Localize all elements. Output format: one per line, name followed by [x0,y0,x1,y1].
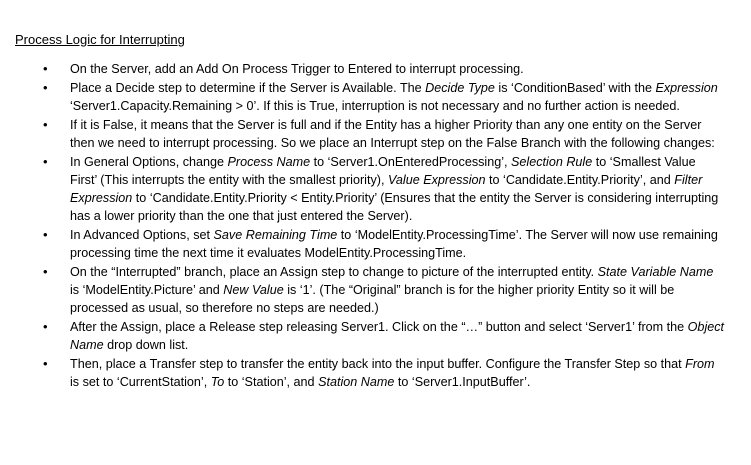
bullet-dot-icon: • [43,264,48,279]
bullet-text: If it is False, it means that the Server… [70,118,715,150]
bullet-item: • Place a Decide step to determine if the… [0,79,725,115]
bullet-dot-icon: • [43,154,48,169]
emphasized-term: Value Expression [387,173,486,187]
bullet-dot-icon: • [43,319,48,334]
section-heading: Process Logic for Interrupting [15,32,185,47]
bullet-dot-icon: • [43,117,48,132]
document-page: Process Logic for Interrupting • On the S… [0,0,751,465]
bullet-text: On the “Interrupted” branch, place an As… [70,265,598,279]
emphasized-term: Process Name [227,155,311,169]
emphasized-term: New Value [223,283,284,297]
bullet-text: is ‘ConditionBased’ with the [494,81,656,95]
emphasized-term: Selection Rule [511,155,593,169]
bullet-item: • Then, place a Transfer step to transfer… [0,355,725,391]
bullet-text: After the Assign, place a Release step r… [70,320,688,334]
bullet-text: On the Server, add an Add On Process Tri… [70,62,524,76]
bullet-text: to ‘Candidate.Entity.Priority < Entity.P… [70,191,719,223]
bullet-text: to ‘Candidate.Entity.Priority’, and [485,173,675,187]
bullet-text: is ‘ModelEntity.Picture’ and [70,283,224,297]
bullet-text: drop down list. [103,338,189,352]
bullet-text: ‘Server1.Capacity.Remaining > 0’. If thi… [70,99,680,113]
bullet-item: • If it is False, it means that the Serve… [0,116,725,152]
bullet-item: • In Advanced Options, set Save Remaining… [0,226,725,262]
bullet-text: Place a Decide step to determine if the … [70,81,426,95]
bullet-item: • On the Server, add an Add On Process Tr… [0,60,725,78]
emphasized-term: To [210,375,225,389]
bullet-item: • On the “Interrupted” branch, place an A… [0,263,725,317]
emphasized-term: Decide Type [425,81,495,95]
emphasized-term: Save Remaining Time [213,228,338,242]
bullet-item: • After the Assign, place a Release step … [0,318,725,354]
bullet-text: In General Options, change [70,155,228,169]
bullet-dot-icon: • [43,80,48,95]
bullet-item: • In General Options, change Process Name… [0,153,725,225]
bullet-dot-icon: • [43,61,48,76]
bullet-dot-icon: • [43,227,48,242]
bullet-dot-icon: • [43,356,48,371]
bullet-text: In Advanced Options, set [70,228,214,242]
bullet-text: to ‘Server1.InputBuffer’. [394,375,531,389]
bullet-text: is set to ‘CurrentStation’, [70,375,211,389]
bullet-text: to ‘Station’, and [224,375,319,389]
bullet-list: • On the Server, add an Add On Process Tr… [0,60,751,392]
bullet-text: Then, place a Transfer step to transfer … [70,357,686,371]
bullet-text: to ‘Server1.OnEnteredProcessing’, [310,155,512,169]
emphasized-term: From [685,357,715,371]
emphasized-term: State Variable Name [597,265,714,279]
emphasized-term: Expression [655,81,718,95]
emphasized-term: Station Name [318,375,395,389]
